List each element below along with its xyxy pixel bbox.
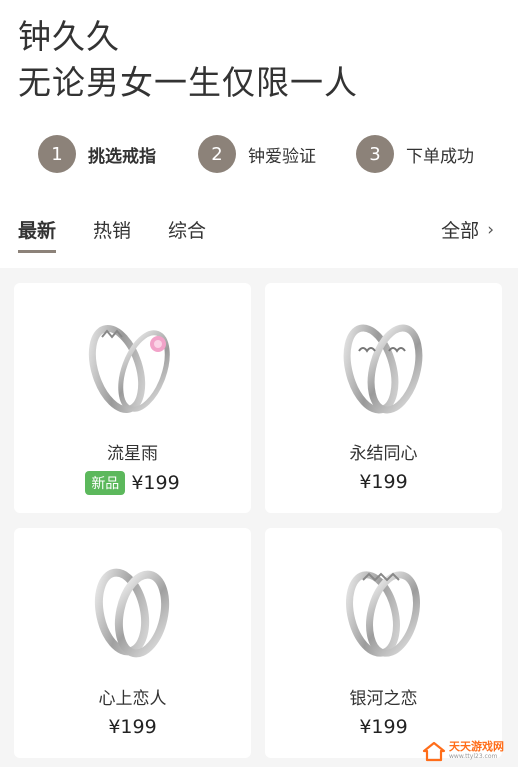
product-card[interactable]: 永结同心 ¥199 — [265, 283, 502, 513]
product-name: 永结同心 — [349, 444, 418, 464]
category-tabs: 最新 热销 综合 全部 › — [18, 210, 500, 253]
all-link[interactable]: 全部 › — [441, 216, 494, 243]
slogan: 无论男女一生仅限一人 — [18, 63, 358, 102]
tab-hot[interactable]: 热销 — [93, 216, 131, 250]
header: 钟久久 无论男女一生仅限一人 — [18, 14, 358, 106]
product-card[interactable]: 银河之恋 ¥199 — [265, 528, 502, 758]
product-name: 银河之恋 — [349, 689, 418, 709]
step-number: 3 — [356, 135, 394, 173]
app-screen: 钟久久 无论男女一生仅限一人 1 挑选戒指 2 钟爱验证 3 下单成功 最新 热… — [0, 0, 518, 767]
step-label: 钟爱验证 — [248, 146, 316, 167]
steps-bar: 1 挑选戒指 2 钟爱验证 3 下单成功 — [38, 134, 518, 174]
product-name: 流星雨 — [107, 444, 158, 464]
house-icon — [422, 741, 446, 762]
step-select-ring: 1 挑选戒指 — [38, 134, 156, 174]
product-price: ¥199 — [359, 471, 408, 493]
watermark-title: 天天游戏网 — [449, 740, 504, 753]
step-label: 下单成功 — [406, 146, 474, 167]
product-card[interactable]: 流星雨 新品 ¥199 — [14, 283, 251, 513]
step-order-success: 3 下单成功 — [356, 134, 474, 174]
tab-newest[interactable]: 最新 — [18, 216, 57, 253]
ring-pair-pink-gem-icon — [88, 324, 170, 414]
step-verify: 2 钟爱验证 — [198, 134, 316, 174]
all-label: 全部 — [441, 220, 480, 242]
product-card[interactable]: 心上恋人 ¥199 — [14, 528, 251, 758]
price-row: 新品 ¥199 — [14, 471, 251, 495]
step-number: 1 — [38, 135, 76, 173]
ring-pair-wave-icon — [346, 571, 420, 657]
price-row: ¥199 — [265, 716, 502, 738]
ring-pair-heart-icon — [343, 324, 423, 414]
brand-title: 钟久久 — [18, 17, 120, 56]
product-name: 心上恋人 — [98, 689, 167, 709]
watermark-logo: 天天游戏网 www.ttyl23.com — [422, 737, 514, 765]
tab-overall[interactable]: 综合 — [168, 216, 206, 250]
product-price: ¥199 — [131, 472, 180, 494]
watermark-text: 天天游戏网 www.ttyl23.com — [449, 741, 504, 761]
product-price: ¥199 — [108, 716, 157, 738]
price-row: ¥199 — [14, 716, 251, 738]
new-badge: 新品 — [85, 471, 126, 495]
step-label: 挑选戒指 — [88, 146, 156, 167]
step-number: 2 — [198, 135, 236, 173]
product-price: ¥199 — [359, 716, 408, 738]
price-row: ¥199 — [265, 471, 502, 493]
watermark-url: www.ttyl23.com — [449, 753, 498, 760]
ring-pair-twist-icon — [94, 568, 170, 658]
product-grid: 流星雨 新品 ¥199 永结同心 ¥199 心上恋人 ¥199 银河之恋 ¥19… — [0, 268, 518, 767]
chevron-right-icon: › — [487, 219, 494, 240]
